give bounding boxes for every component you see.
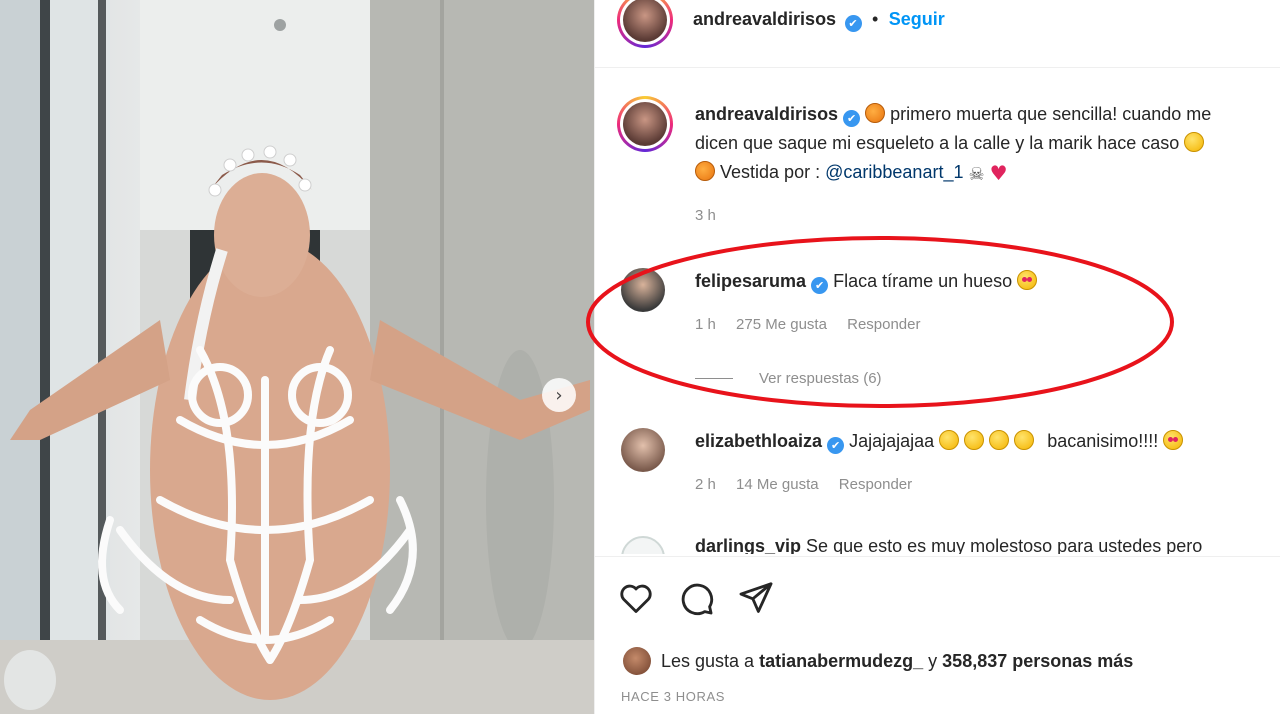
verified-badge-icon: ✔ <box>827 437 845 454</box>
separator-dot: • <box>871 9 879 29</box>
pumpkin-emoji <box>695 161 715 181</box>
post-photo[interactable]: › <box>0 0 594 714</box>
verified-badge-icon: ✔ <box>811 277 829 294</box>
replies-divider-line <box>695 378 733 379</box>
caption-author-username[interactable]: andreavaldirisos <box>695 104 838 124</box>
commenter-username[interactable]: felipesaruma <box>695 271 806 291</box>
grinning-sweat-emoji <box>989 430 1010 450</box>
commenter-username[interactable]: darlings_vip <box>695 536 801 554</box>
post-detail-panel: andreavaldirisos ✔ • Seguir andreavaldir… <box>594 0 1280 714</box>
comment-text: Flaca tírame un hueso <box>833 271 1013 291</box>
comment-text: Se que esto es muy molestoso para ustede… <box>806 536 1203 554</box>
comment-likes[interactable]: 275 Me gusta <box>736 316 827 333</box>
commenter-username[interactable]: elizabethloaiza <box>695 431 822 451</box>
comment-text: Jajajajajaa <box>849 431 935 451</box>
carousel-next-icon[interactable]: › <box>542 378 576 412</box>
comment-time: 2 h <box>695 476 716 493</box>
likes-middle: y <box>928 650 938 671</box>
verified-badge-icon: ✔ <box>844 15 862 32</box>
red-heart-emoji: ♥ <box>989 161 1008 185</box>
author-avatar[interactable] <box>617 0 673 48</box>
pumpkin-emoji <box>865 103 886 123</box>
comment-body: felipesaruma ✔ Flaca tírame un hueso <box>695 268 1275 294</box>
commenter-avatar[interactable] <box>621 428 665 472</box>
comment-body: elizabethloaiza ✔ Jajajajajaa bacanisimo… <box>695 428 1275 454</box>
reply-button[interactable]: Responder <box>847 316 920 333</box>
likes-prefix: Les gusta a <box>661 650 755 671</box>
grinning-sweat-emoji <box>964 430 985 450</box>
caption-author-avatar[interactable] <box>617 96 673 152</box>
comment-text: bacanisimo!!!! <box>1047 431 1159 451</box>
caption-credit: Vestida por : <box>720 162 821 182</box>
follow-button[interactable]: Seguir <box>889 9 945 29</box>
comment-time: 1 h <box>695 316 716 333</box>
view-replies-button[interactable]: Ver respuestas (6) <box>695 370 882 387</box>
reply-button[interactable]: Responder <box>839 476 912 493</box>
post-footer: Les gusta a tatianabermudezg_ y 358,837 … <box>595 556 1280 714</box>
author-username[interactable]: andreavaldirisos <box>693 9 836 29</box>
heart-eyes-emoji <box>1017 270 1038 290</box>
commenter-avatar[interactable] <box>621 268 665 312</box>
grinning-sweat-emoji <box>939 430 960 450</box>
comment-meta: 2 h 14 Me gusta Responder <box>695 476 928 493</box>
comment-meta: 1 h 275 Me gusta Responder <box>695 316 937 333</box>
comment-icon[interactable] <box>677 579 715 617</box>
verified-badge-icon: ✔ <box>843 110 861 127</box>
photo-illustration <box>0 0 594 714</box>
caption-mention-link[interactable]: @caribbeanart_1 <box>825 162 963 182</box>
caption-time: 3 h <box>695 207 716 224</box>
grinning-sweat-emoji <box>1014 430 1035 450</box>
liker-username[interactable]: tatianabermudezg_ <box>759 651 923 672</box>
liker-avatar <box>623 647 651 675</box>
skull-crossbones-emoji: ☠ <box>968 164 985 185</box>
heart-eyes-emoji <box>1163 430 1184 450</box>
share-icon[interactable] <box>737 579 775 617</box>
commenter-avatar[interactable] <box>621 536 665 554</box>
post-caption: andreavaldirisos ✔ primero muerta que se… <box>695 100 1255 230</box>
post-header: andreavaldirisos ✔ • Seguir <box>595 0 1280 68</box>
heart-icon[interactable] <box>617 579 655 617</box>
likes-summary[interactable]: Les gusta a tatianabermudezg_ y 358,837 … <box>623 647 1133 675</box>
comment-item: elizabethloaiza ✔ Jajajajajaa bacanisimo… <box>617 428 1277 508</box>
laughing-emoji <box>1184 132 1205 152</box>
view-replies-label: Ver respuestas (6) <box>759 370 882 387</box>
comment-item-partial: darlings_vip Se que esto es muy molestos… <box>617 532 1277 554</box>
comment-body: darlings_vip Se que esto es muy molestos… <box>695 536 1202 554</box>
action-bar <box>617 579 775 617</box>
comment-likes[interactable]: 14 Me gusta <box>736 476 819 493</box>
post-timestamp: HACE 3 HORAS <box>621 689 726 704</box>
likes-count[interactable]: 358,837 personas más <box>942 651 1133 672</box>
